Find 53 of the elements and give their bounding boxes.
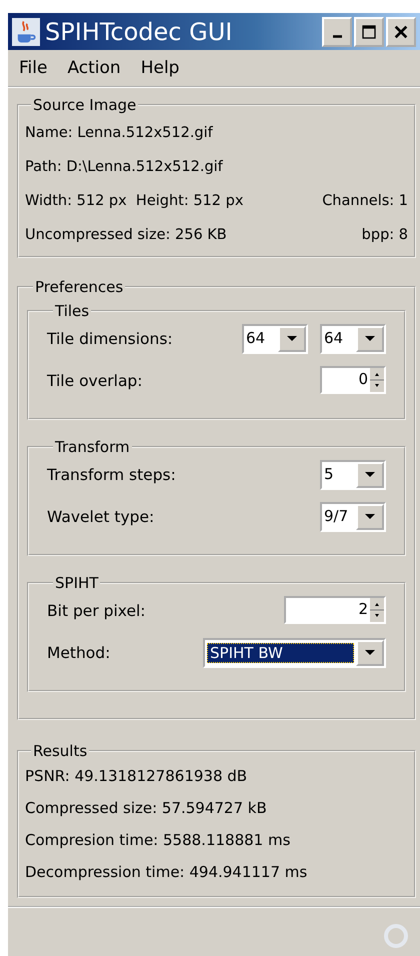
coffee-cup-icon — [12, 18, 40, 46]
number-spinner[interactable]: 2 — [284, 596, 386, 624]
panel-title: Results — [32, 742, 88, 760]
info-text: bpp: 8 — [362, 227, 408, 243]
result-text: Decompression time: 494.941117 ms — [25, 862, 308, 883]
field-label: Transform steps: — [47, 465, 176, 484]
dropdown-value: SPIHT BW — [207, 643, 354, 663]
spinner-arrows-icon — [370, 368, 384, 392]
dropdown[interactable]: 64 — [242, 324, 308, 354]
dropdown[interactable]: 5 — [320, 460, 386, 490]
group-title: Transform — [54, 438, 131, 456]
caret-icon — [365, 472, 375, 478]
field-label: Bit per pixel: — [47, 601, 146, 620]
caret-icon — [365, 650, 375, 656]
maximize-button[interactable] — [354, 16, 384, 46]
dropdown-value: 9/7 — [323, 506, 350, 527]
close-button[interactable] — [386, 16, 416, 46]
menu-item[interactable]: File — [19, 58, 48, 78]
dropdown-value: 5 — [323, 464, 335, 485]
number-spinner[interactable]: 0 — [320, 366, 386, 394]
info-text: Uncompressed size: 256 KB — [25, 227, 227, 243]
info-text: Width: 512 px Height: 512 px — [25, 193, 244, 209]
result-text: Compressed size: 57.594727 kB — [25, 798, 268, 819]
info-text: Name: Lenna.512x512.gif — [25, 125, 213, 141]
field-label: Tile dimensions: — [47, 329, 173, 348]
dropdown[interactable]: 9/7 — [320, 502, 386, 532]
maximize-icon — [361, 24, 377, 40]
close-icon — [393, 24, 409, 40]
panel-title: Preferences — [34, 278, 124, 296]
menu-item[interactable]: Help — [140, 58, 180, 78]
minimize-icon — [332, 35, 342, 38]
menu-item[interactable]: Action — [67, 58, 121, 78]
caret-icon — [365, 336, 375, 342]
field-label: Wavelet type: — [47, 507, 154, 526]
dropdown-value: 64 — [245, 328, 266, 349]
info-text: Channels: 1 — [322, 193, 408, 209]
window-title: SPIHTcodec GUI — [45, 18, 234, 46]
dropdown[interactable]: SPIHT BW — [203, 638, 386, 668]
info-text: Path: D:\Lenna.512x512.gif — [25, 159, 223, 175]
panel-title: Source Image — [32, 96, 138, 114]
result-text: PSNR: 49.1318127861938 dB — [25, 766, 248, 787]
progress-ring-icon — [382, 922, 410, 950]
caret-icon — [287, 336, 297, 342]
result-text: Compresion time: 5588.118881 ms — [25, 830, 292, 851]
field-label: Method: — [47, 643, 110, 662]
dropdown-value: 64 — [323, 328, 344, 349]
field-label: Tile overlap: — [47, 371, 142, 390]
group-title: Tiles — [54, 302, 90, 320]
minimize-button[interactable] — [322, 16, 352, 46]
dropdown[interactable]: 64 — [320, 324, 386, 354]
caret-icon — [365, 514, 375, 520]
group-title: SPIHT — [54, 574, 100, 592]
spinner-arrows-icon — [370, 598, 384, 622]
